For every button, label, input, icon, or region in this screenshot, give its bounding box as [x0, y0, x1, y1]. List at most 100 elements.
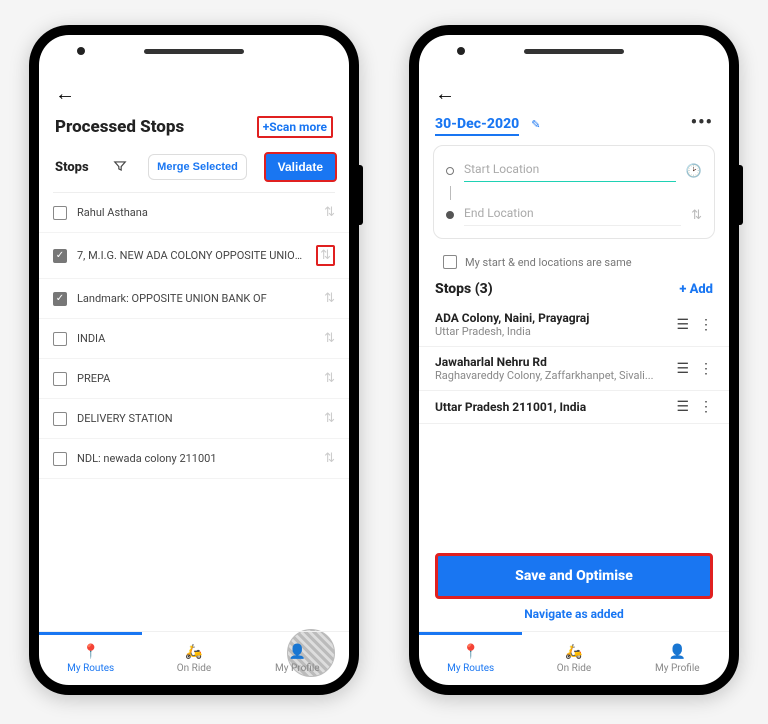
stop-text: DELIVERY STATION — [77, 412, 314, 425]
drag-handle-icon[interactable]: ☰ — [676, 317, 689, 333]
list-item[interactable]: ✓ 7, M.I.G. NEW ADA COLONY OPPOSITE UNIO… — [39, 233, 349, 279]
list-item[interactable]: NDL: newada colony 211001 ⇅ — [39, 439, 349, 479]
list-item[interactable]: DELIVERY STATION ⇅ — [39, 399, 349, 439]
power-button[interactable] — [359, 165, 363, 225]
address-line2: Raghavareddy Colony, Zaffarkhanpet, Siva… — [435, 369, 666, 382]
title-row: Processed Stops +Scan more — [39, 112, 349, 146]
drag-handle-icon[interactable]: ☰ — [676, 399, 689, 415]
stops-heading-row: Stops (3) + Add — [419, 273, 729, 303]
list-item[interactable]: PREPA ⇅ — [39, 359, 349, 399]
nav-label: My Profile — [655, 663, 700, 674]
stop-text: PREPA — [77, 372, 314, 385]
address-text: ADA Colony, Naini, Prayagraj Uttar Prade… — [435, 311, 666, 338]
power-button[interactable] — [739, 165, 743, 225]
checkbox[interactable]: ✓ — [53, 292, 67, 306]
navigate-as-added-link[interactable]: Navigate as added — [435, 599, 713, 625]
scan-more-button[interactable]: +Scan more — [257, 116, 333, 138]
nav-my-routes[interactable]: 📍 My Routes — [39, 632, 142, 685]
more-icon[interactable]: ••• — [691, 112, 713, 133]
screen-right: ← 30-Dec-2020 ✎ ••• Start Location 🕑 — [419, 35, 729, 685]
nav-label: On Ride — [557, 663, 591, 674]
swap-icon[interactable]: ⇅ — [691, 208, 702, 223]
list-item[interactable]: Uttar Pradesh 211001, India ☰ ⋮ — [419, 391, 729, 424]
pin-icon: 📍 — [82, 644, 99, 660]
drag-handle-icon[interactable]: ⇅ — [324, 371, 335, 386]
same-location-label: My start & end locations are same — [465, 256, 632, 269]
phone-right: ← 30-Dec-2020 ✎ ••• Start Location 🕑 — [409, 25, 739, 695]
drag-handle-icon[interactable]: ⇅ — [316, 245, 335, 266]
list-item[interactable]: ADA Colony, Naini, Prayagraj Uttar Prade… — [419, 303, 729, 347]
start-location-row[interactable]: Start Location 🕑 — [446, 156, 702, 186]
header: ← — [39, 75, 349, 112]
checkbox[interactable] — [53, 452, 67, 466]
save-and-optimise-button[interactable]: Save and Optimise — [435, 553, 713, 599]
drag-handle-icon[interactable]: ⇅ — [324, 331, 335, 346]
kebab-icon[interactable]: ⋮ — [699, 317, 713, 333]
route-edit-view: ← 30-Dec-2020 ✎ ••• Start Location 🕑 — [419, 75, 729, 685]
list-item[interactable]: INDIA ⇅ — [39, 319, 349, 359]
stop-text: NDL: newada colony 211001 — [77, 452, 314, 465]
bottom-nav: 📍 My Routes 🛵 On Ride 👤 My Profile — [419, 631, 729, 685]
nav-indicator — [419, 632, 522, 635]
checkbox[interactable] — [53, 206, 67, 220]
nav-label: My Routes — [67, 663, 114, 674]
processed-stops-view: ← Processed Stops +Scan more Stops Merge… — [39, 75, 349, 685]
nav-my-routes[interactable]: 📍 My Routes — [419, 632, 522, 685]
stops-heading: Stops (3) — [435, 281, 493, 297]
list-item[interactable]: ✓ Landmark: OPPOSITE UNION BANK OF ⇅ — [39, 279, 349, 319]
stops-label: Stops — [55, 160, 89, 175]
date-link[interactable]: 30-Dec-2020 — [435, 116, 519, 136]
nav-my-profile[interactable]: 👤 My Profile — [246, 632, 349, 685]
nav-on-ride[interactable]: 🛵 On Ride — [522, 632, 625, 685]
address-line1: ADA Colony, Naini, Prayagraj — [435, 311, 666, 325]
address-line2: Uttar Pradesh, India — [435, 325, 666, 338]
nav-label: My Profile — [275, 663, 320, 674]
validate-button[interactable]: Validate — [264, 152, 337, 182]
clock-icon[interactable]: 🕑 — [686, 164, 702, 179]
drag-handle-icon[interactable]: ⇅ — [324, 205, 335, 220]
date-row: 30-Dec-2020 ✎ ••• — [419, 112, 729, 141]
checkbox[interactable] — [53, 372, 67, 386]
stop-text: Rahul Asthana — [77, 206, 314, 219]
kebab-icon[interactable]: ⋮ — [699, 399, 713, 415]
start-location-input[interactable]: Start Location — [464, 160, 676, 182]
pencil-icon[interactable]: ✎ — [531, 118, 540, 131]
nav-label: My Routes — [447, 663, 494, 674]
end-location-input[interactable]: End Location — [464, 204, 681, 226]
address-text: Jawaharlal Nehru Rd Raghavareddy Colony,… — [435, 355, 666, 382]
person-icon: 👤 — [289, 644, 306, 660]
stop-text: 7, M.I.G. NEW ADA COLONY OPPOSITE UNION … — [77, 249, 306, 262]
date-block[interactable]: 30-Dec-2020 ✎ — [435, 113, 540, 132]
nav-my-profile[interactable]: 👤 My Profile — [626, 632, 729, 685]
scooter-icon: 🛵 — [185, 644, 202, 660]
add-stop-button[interactable]: + Add — [679, 282, 713, 297]
header: ← — [419, 75, 729, 112]
start-dot-icon — [446, 167, 454, 175]
screen-left: ← Processed Stops +Scan more Stops Merge… — [39, 35, 349, 685]
end-location-row[interactable]: End Location ⇅ — [446, 200, 702, 230]
back-icon[interactable]: ← — [55, 81, 75, 105]
kebab-icon[interactable]: ⋮ — [699, 361, 713, 377]
stop-text: INDIA — [77, 332, 314, 345]
bottom-nav: 📍 My Routes 🛵 On Ride 👤 My Profile — [39, 631, 349, 685]
filter-icon[interactable] — [113, 158, 127, 177]
checkbox[interactable] — [443, 255, 457, 269]
list-item[interactable]: Rahul Asthana ⇅ — [39, 193, 349, 233]
checkbox[interactable] — [53, 412, 67, 426]
back-icon[interactable]: ← — [435, 81, 455, 105]
drag-handle-icon[interactable]: ⇅ — [324, 291, 335, 306]
list-item[interactable]: Jawaharlal Nehru Rd Raghavareddy Colony,… — [419, 347, 729, 391]
same-location-row[interactable]: My start & end locations are same — [419, 247, 729, 273]
stops-action-bar: Stops Merge Selected Validate — [39, 146, 349, 192]
end-dot-icon — [446, 211, 454, 219]
drag-handle-icon[interactable]: ☰ — [676, 361, 689, 377]
merge-selected-button[interactable]: Merge Selected — [148, 154, 247, 180]
scooter-icon: 🛵 — [565, 644, 582, 660]
drag-handle-icon[interactable]: ⇅ — [324, 451, 335, 466]
nav-indicator — [39, 632, 142, 635]
drag-handle-icon[interactable]: ⇅ — [324, 411, 335, 426]
nav-on-ride[interactable]: 🛵 On Ride — [142, 632, 245, 685]
checkbox[interactable] — [53, 332, 67, 346]
page-title: Processed Stops — [55, 117, 184, 137]
checkbox[interactable]: ✓ — [53, 249, 67, 263]
